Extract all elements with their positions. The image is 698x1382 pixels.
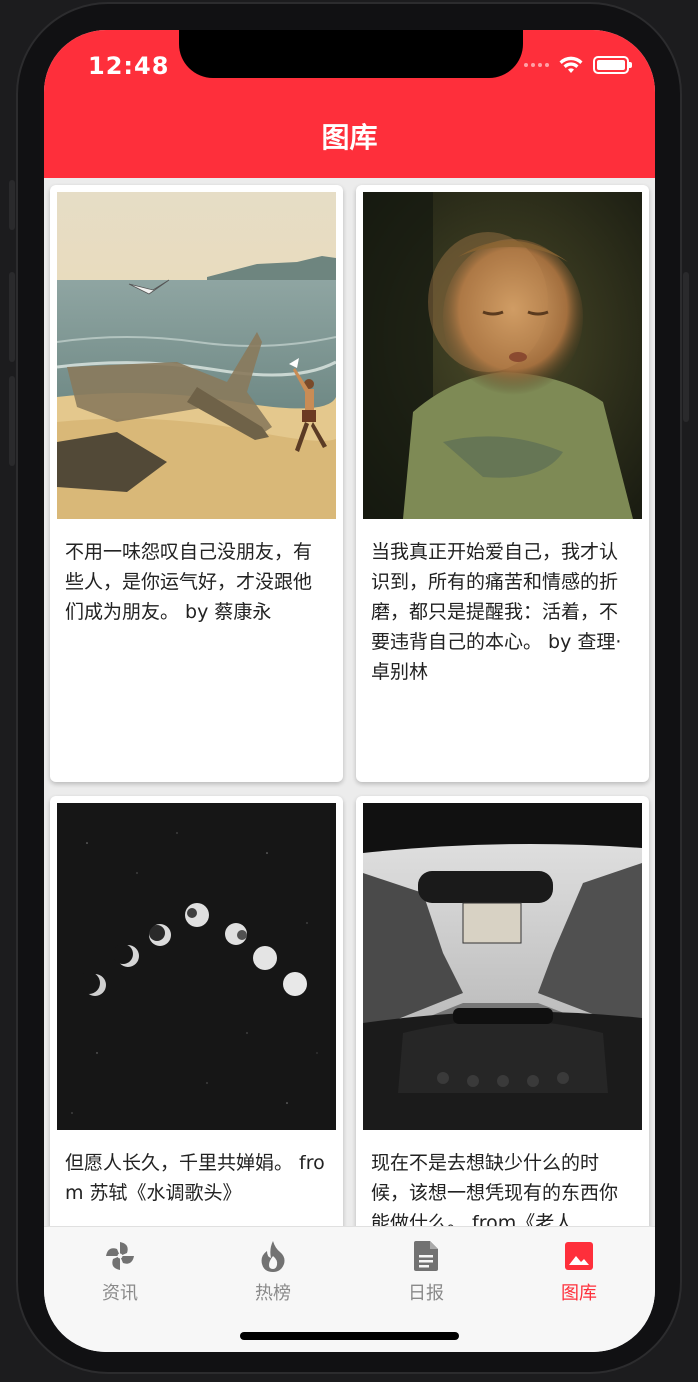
photo-card[interactable]: 但愿人长久，千里共婵娟。 from 苏轼《水调歌头》 [50, 796, 343, 1226]
wifi-icon [559, 56, 583, 73]
app-screen: 12:48 图库 不用一味怨叹自己没朋友，有些人，是你运气好，才没跟他们成为朋友… [44, 30, 655, 1352]
tab-gallery[interactable]: 图库 [519, 1239, 639, 1305]
tab-daily[interactable]: 日报 [366, 1239, 486, 1305]
photo-card[interactable]: 当我真正开始爱自己，我才认识到，所有的痛苦和情感的折磨，都只是提醒我：活着，不要… [356, 185, 649, 782]
tab-hot-list[interactable]: 热榜 [213, 1239, 333, 1305]
pinwheel-icon [106, 1242, 134, 1270]
tab-label: 日报 [408, 1283, 444, 1304]
page-title: 图库 [321, 121, 378, 154]
document-icon [414, 1241, 438, 1271]
flame-icon [261, 1241, 285, 1272]
tab-label: 热榜 [255, 1283, 291, 1304]
volume-down-button [9, 376, 15, 466]
car-windshield-photo[interactable] [363, 803, 642, 1130]
card-caption: 不用一味怨叹自己没朋友，有些人，是你运气好，才没跟他们成为朋友。 by 蔡康永 [65, 541, 313, 623]
beach-airplane-illustration[interactable] [57, 192, 336, 519]
notch [179, 30, 523, 78]
tab-news[interactable]: 资讯 [60, 1239, 180, 1305]
moon-phases-photo[interactable] [57, 803, 336, 1130]
photo-card[interactable]: 现在不是去想缺少什么的时候，该想一想凭现有的东西你能做什么。 from《老人 [356, 796, 649, 1226]
volume-up-button [9, 272, 15, 362]
status-time: 12:48 [88, 52, 170, 80]
cellular-signal-icon [524, 63, 549, 67]
app-header: 12:48 图库 [44, 30, 655, 178]
home-indicator[interactable] [240, 1332, 459, 1340]
tab-label: 资讯 [102, 1283, 138, 1304]
photo-card[interactable]: 不用一味怨叹自己没朋友，有些人，是你运气好，才没跟他们成为朋友。 by 蔡康永 [50, 185, 343, 782]
card-caption: 但愿人长久，千里共婵娟。 from 苏轼《水调歌头》 [65, 1152, 325, 1204]
status-icons [524, 56, 632, 74]
photo-grid[interactable]: 不用一味怨叹自己没朋友，有些人，是你运气好，才没跟他们成为朋友。 by 蔡康永 [44, 178, 655, 1226]
card-caption: 现在不是去想缺少什么的时候，该想一想凭现有的东西你能做什么。 from《老人 [371, 1152, 619, 1226]
tab-label: 图库 [561, 1283, 597, 1304]
mute-switch [9, 180, 15, 230]
power-button [683, 272, 689, 422]
card-caption: 当我真正开始爱自己，我才认识到，所有的痛苦和情感的折磨，都只是提醒我：活着，不要… [371, 541, 622, 683]
battery-icon [593, 56, 632, 74]
image-icon [565, 1242, 593, 1270]
blurred-child-photo[interactable] [363, 192, 642, 519]
